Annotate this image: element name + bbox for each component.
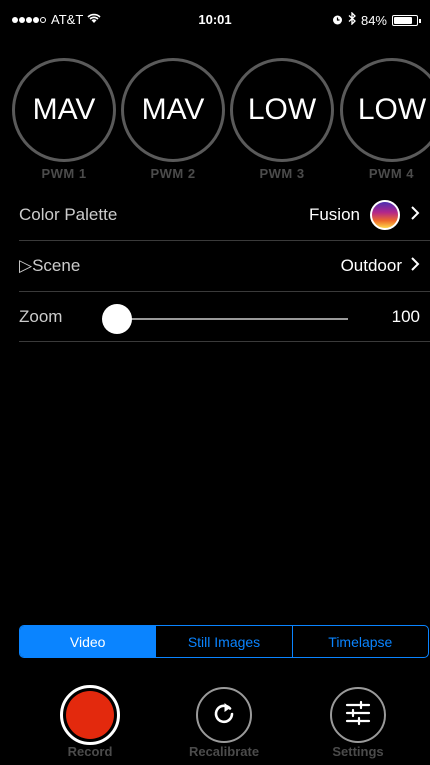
sliders-icon (344, 700, 372, 731)
status-bar: AT&T 10:01 84% (0, 0, 430, 30)
zoom-slider-thumb[interactable] (102, 304, 132, 334)
recalibrate-label: Recalibrate (188, 744, 260, 759)
pwm-1-value: MAV (32, 93, 96, 126)
mode-segmented-control: Video Still Images Timelapse (19, 625, 429, 658)
divider (19, 341, 430, 342)
pwm-4-label: PWM 4 (368, 166, 414, 181)
color-palette-value: Fusion (308, 205, 360, 224)
pwm-3-gauge[interactable]: LOW (230, 58, 334, 162)
palette-swatch-icon (370, 200, 400, 230)
chevron-right-icon (410, 205, 420, 226)
record-icon (66, 691, 114, 739)
scene-label: ▷Scene (19, 256, 81, 275)
pwm-4-gauge[interactable]: LOW (340, 58, 430, 162)
tab-still-images[interactable]: Still Images (155, 626, 291, 657)
chevron-right-icon (410, 256, 420, 277)
scene-value-group: Outdoor (341, 256, 420, 277)
settings-button[interactable] (330, 687, 386, 743)
pwm-2-value: MAV (141, 93, 205, 126)
pwm-1-label: PWM 1 (41, 166, 87, 181)
pwm-2-label: PWM 2 (150, 166, 196, 181)
pwm-3-value: LOW (247, 93, 317, 126)
pwm-2-gauge[interactable]: MAV (121, 58, 225, 162)
battery-percent: 84% (360, 12, 387, 28)
tab-video[interactable]: Video (20, 626, 156, 657)
record-label: Record (67, 744, 113, 759)
zoom-label: Zoom (19, 307, 63, 326)
pwm-1-gauge[interactable]: MAV (12, 58, 116, 162)
scene-value: Outdoor (340, 256, 402, 275)
color-palette-row[interactable]: Color Palette Fusion (19, 190, 430, 240)
bluetooth-icon (348, 11, 356, 28)
alarm-icon (332, 13, 343, 28)
color-palette-label: Color Palette (19, 205, 118, 224)
refresh-icon (210, 699, 238, 732)
status-right: 84% (332, 11, 421, 28)
color-palette-value-group: Fusion (309, 200, 420, 230)
battery-icon (392, 14, 421, 26)
zoom-row: Zoom 100 (19, 292, 430, 342)
zoom-value: 100 (391, 307, 420, 326)
record-button[interactable] (60, 685, 120, 745)
tab-timelapse[interactable]: Timelapse (291, 626, 428, 657)
pwm-4-value: LOW (357, 93, 427, 126)
scene-row[interactable]: ▷Scene Outdoor (19, 241, 430, 291)
recalibrate-button[interactable] (196, 687, 252, 743)
zoom-slider-track[interactable] (116, 318, 348, 320)
settings-label: Settings (332, 744, 384, 759)
